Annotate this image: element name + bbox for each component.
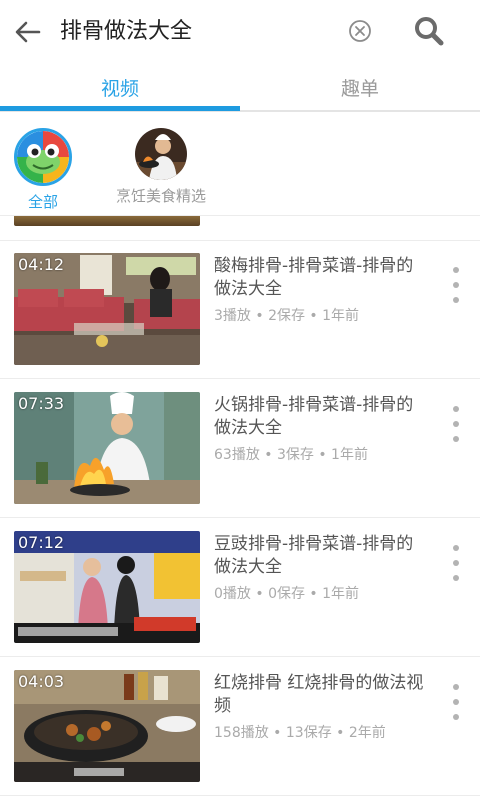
cooking-channel-avatar	[135, 128, 187, 180]
search-query[interactable]: 排骨做法大全	[60, 15, 192, 49]
more-dots-icon	[453, 267, 459, 273]
clear-circle-icon	[349, 20, 371, 42]
video-meta: 63播放 • 3保存 • 1年前	[214, 447, 368, 463]
video-thumbnail[interactable]: 04:03	[14, 670, 200, 782]
partial-video-thumbnail[interactable]	[14, 216, 200, 226]
channel-filter-row: 全部 烹饪美食精选	[0, 114, 480, 216]
video-duration: 07:33	[18, 394, 65, 413]
active-tab-indicator	[0, 106, 240, 111]
more-dots-icon	[453, 684, 459, 690]
chef-avatar-image	[135, 128, 187, 180]
tab-playlists[interactable]: 趣单	[240, 64, 480, 110]
more-options-button[interactable]	[446, 406, 466, 442]
video-thumbnail[interactable]: 07:12	[14, 531, 200, 643]
clear-search-button[interactable]	[346, 17, 374, 45]
tab-bar: 视频 趣单	[0, 64, 480, 112]
video-meta: 158播放 • 13保存 • 2年前	[214, 725, 386, 741]
video-title[interactable]: 豆豉排骨-排骨菜谱-排骨的做法大全	[214, 533, 428, 579]
filter-cooking-label: 烹饪美食精选	[115, 187, 206, 205]
tab-videos[interactable]: 视频	[0, 64, 240, 110]
video-meta: 3播放 • 2保存 • 1年前	[214, 308, 360, 324]
video-duration: 04:12	[18, 255, 65, 274]
app-logo-avatar	[14, 128, 72, 186]
video-title[interactable]: 火锅排骨-排骨菜谱-排骨的做法大全	[214, 394, 428, 440]
video-item[interactable]: 07:33 火锅排骨-排骨菜谱-排骨的做法大全 63播放 • 3保存 • 1年前	[0, 380, 480, 518]
more-options-button[interactable]	[446, 684, 466, 720]
video-item[interactable]: 04:03 红烧排骨 红烧排骨的做法视频 158播放 • 13保存 • 2年前	[0, 658, 480, 796]
magnifier-icon	[415, 17, 444, 46]
video-list[interactable]: 04:12 酸梅排骨-排骨菜谱-排骨的做法大全 3播放 • 2保存 • 1年前	[0, 216, 480, 800]
video-meta: 0播放 • 0保存 • 1年前	[214, 586, 360, 602]
filter-cooking-channel[interactable]: 烹饪美食精选	[86, 128, 236, 206]
more-options-button[interactable]	[446, 545, 466, 581]
video-duration: 04:03	[18, 672, 65, 691]
arrow-left-icon	[15, 21, 41, 43]
search-bar: 排骨做法大全	[0, 0, 480, 64]
more-dots-icon	[453, 406, 459, 412]
video-item[interactable]: 07:12 豆豉排骨-排骨菜谱-排骨的做法大全 0播放 • 0保存 • 1年前	[0, 519, 480, 657]
search-button[interactable]	[412, 14, 448, 50]
video-title[interactable]: 酸梅排骨-排骨菜谱-排骨的做法大全	[214, 255, 428, 301]
more-dots-icon	[453, 545, 459, 551]
video-thumbnail[interactable]: 07:33	[14, 392, 200, 504]
video-title[interactable]: 红烧排骨 红烧排骨的做法视频	[214, 672, 428, 718]
video-duration: 07:12	[18, 533, 65, 552]
more-options-button[interactable]	[446, 267, 466, 303]
video-thumbnail[interactable]: 04:12	[14, 253, 200, 365]
video-item[interactable]: 04:12 酸梅排骨-排骨菜谱-排骨的做法大全 3播放 • 2保存 • 1年前	[0, 241, 480, 379]
back-button[interactable]	[10, 14, 46, 50]
frog-logo-icon	[17, 131, 69, 183]
